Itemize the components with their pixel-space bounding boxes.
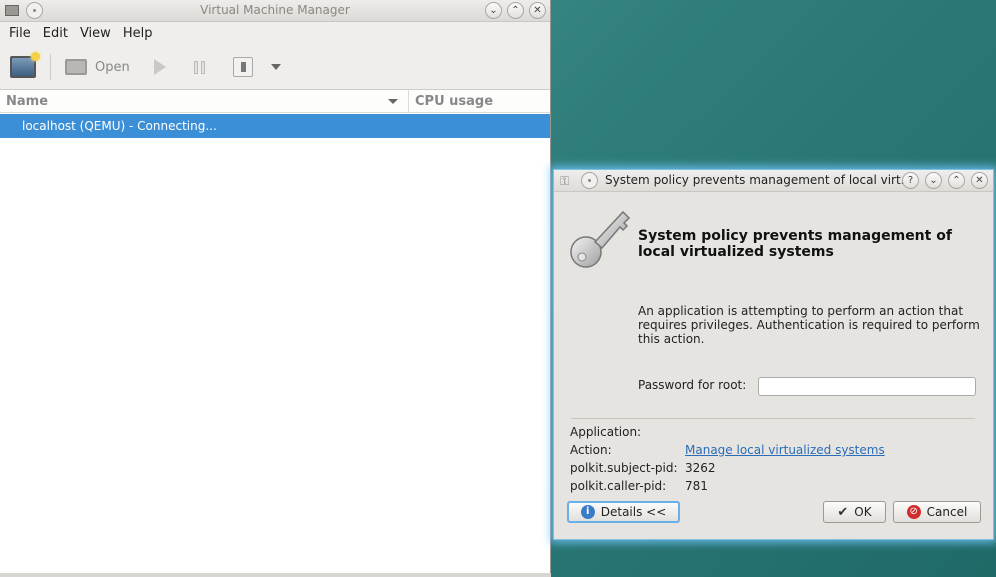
subject-pid-label: polkit.subject-pid: xyxy=(570,461,678,475)
menubar: File Edit View Help xyxy=(0,22,550,45)
detail-row-application: Application: xyxy=(570,423,885,441)
vm-list[interactable]: Name CPU usage localhost (QEMU) - Connec… xyxy=(0,90,550,573)
pin-icon[interactable] xyxy=(581,172,598,189)
dropdown-icon[interactable] xyxy=(270,64,281,70)
list-item-label: localhost (QEMU) - Connecting... xyxy=(22,119,217,133)
info-icon: i xyxy=(580,505,595,519)
application-label: Application: xyxy=(570,425,642,439)
menu-edit[interactable]: Edit xyxy=(37,26,74,41)
cancel-icon: ⊘ xyxy=(906,505,921,519)
status-strip xyxy=(0,573,551,577)
column-name-label: Name xyxy=(6,93,49,109)
monitor-icon xyxy=(65,59,87,75)
sort-arrow-icon[interactable] xyxy=(388,98,398,104)
key-icon[interactable]: ⚿ xyxy=(560,174,574,188)
toolbar-separator xyxy=(50,54,51,80)
detail-row-action: Action: Manage local virtualized systems xyxy=(570,441,885,459)
dialog-message: An application is attempting to perform … xyxy=(638,304,980,346)
menu-view[interactable]: View xyxy=(74,26,117,41)
minimize-icon[interactable]: ⌄ xyxy=(485,2,502,19)
column-cpu-label: CPU usage xyxy=(415,93,494,109)
close-icon[interactable]: ✕ xyxy=(971,172,988,189)
key-icon xyxy=(570,210,631,268)
vmm-main-window: Virtual Machine Manager ⌄ ⌃ ✕ File Edit … xyxy=(0,0,551,577)
window-title: Virtual Machine Manager xyxy=(200,3,350,17)
action-link[interactable]: Manage local virtualized systems xyxy=(685,443,885,457)
list-item[interactable]: localhost (QEMU) - Connecting... xyxy=(0,114,550,138)
dialog-heading: System policy prevents management of loc… xyxy=(638,228,952,260)
play-icon[interactable] xyxy=(153,59,166,75)
list-header: Name CPU usage xyxy=(0,90,550,113)
new-vm-icon[interactable] xyxy=(10,52,40,78)
password-field[interactable] xyxy=(758,377,976,396)
maximize-icon[interactable]: ⌃ xyxy=(948,172,965,189)
divider xyxy=(571,418,975,419)
maximize-icon[interactable]: ⌃ xyxy=(507,2,524,19)
details-button[interactable]: i Details << xyxy=(567,501,680,523)
shutdown-icon[interactable] xyxy=(232,57,253,77)
detail-row-caller-pid: polkit.caller-pid: 781 xyxy=(570,477,885,495)
subject-pid-value: 3262 xyxy=(685,461,716,475)
ok-button-label: OK xyxy=(854,505,872,519)
password-label: Password for root: xyxy=(638,378,747,392)
cancel-button-label: Cancel xyxy=(926,505,968,519)
details-button-label: Details << xyxy=(600,505,667,519)
ok-button[interactable]: ✔ OK xyxy=(823,501,886,523)
check-icon: ✔ xyxy=(837,504,849,520)
main-titlebar[interactable]: Virtual Machine Manager ⌄ ⌃ ✕ xyxy=(0,0,550,22)
toolbar: Open xyxy=(0,45,550,90)
action-label: Action: xyxy=(570,443,612,457)
menu-file[interactable]: File xyxy=(3,26,37,41)
dialog-title: System policy prevents management of loc… xyxy=(605,173,913,187)
dialog-titlebar[interactable]: ⚿ System policy prevents management of l… xyxy=(554,170,993,192)
caller-pid-value: 781 xyxy=(685,479,708,493)
cancel-button[interactable]: ⊘ Cancel xyxy=(893,501,981,523)
close-icon[interactable]: ✕ xyxy=(529,2,546,19)
column-name[interactable]: Name xyxy=(0,90,409,112)
pause-icon[interactable] xyxy=(193,60,205,74)
caller-pid-label: polkit.caller-pid: xyxy=(570,479,667,493)
column-cpu-usage[interactable]: CPU usage xyxy=(409,90,493,112)
auth-dialog: ⚿ System policy prevents management of l… xyxy=(553,169,994,540)
detail-row-subject-pid: polkit.subject-pid: 3262 xyxy=(570,459,885,477)
open-button[interactable]: Open xyxy=(65,59,130,75)
open-label: Open xyxy=(95,59,130,75)
menu-help[interactable]: Help xyxy=(117,26,159,41)
help-icon[interactable]: ? xyxy=(902,172,919,189)
details-panel: Application: Action: Manage local virtua… xyxy=(570,423,885,495)
minimize-icon[interactable]: ⌄ xyxy=(925,172,942,189)
